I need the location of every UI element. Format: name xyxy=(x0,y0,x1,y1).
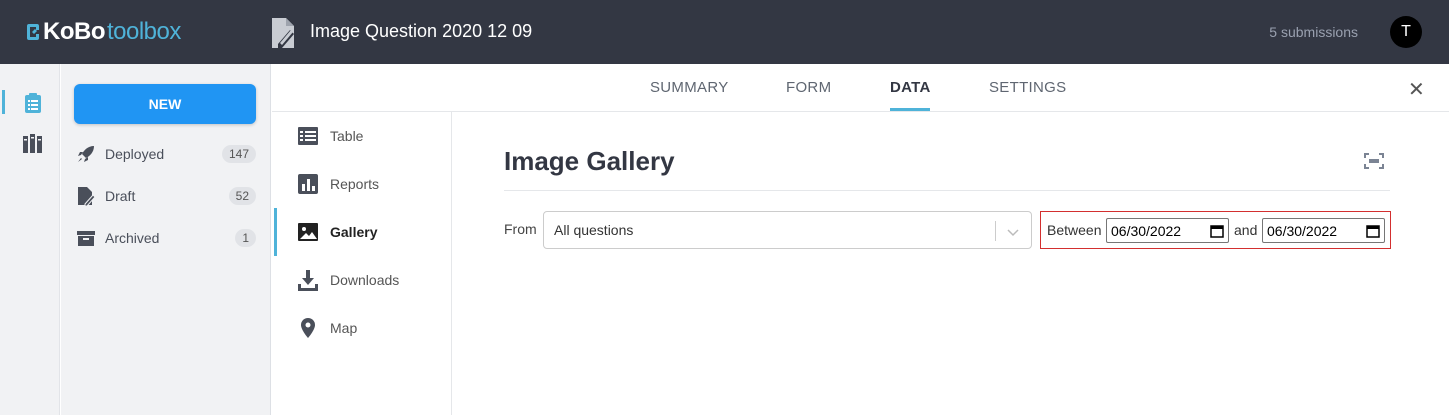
select-separator xyxy=(995,221,996,241)
rocket-icon xyxy=(78,146,94,162)
close-icon[interactable]: ✕ xyxy=(1408,77,1425,102)
active-tab-indicator xyxy=(890,108,930,111)
draft-icon xyxy=(78,187,96,206)
kobo-logo-icon xyxy=(27,24,39,40)
sidebar-item-deployed[interactable]: Deployed 147 xyxy=(76,140,256,168)
rail-active-indicator xyxy=(2,90,5,114)
question-select[interactable]: All questions xyxy=(543,211,1032,249)
tab-form[interactable]: FORM xyxy=(786,79,831,96)
date-range-filter: Between 06/30/2022 and 06/30/2022 xyxy=(1040,211,1391,249)
subnav-item-downloads[interactable]: Downloads xyxy=(272,256,452,304)
archive-icon xyxy=(77,231,95,246)
data-subnav: Table Reports Gallery Downloads Map xyxy=(272,112,452,415)
form-deployed-icon xyxy=(272,18,294,48)
calendar-icon[interactable] xyxy=(1366,224,1380,238)
start-date-input[interactable]: 06/30/2022 xyxy=(1106,218,1229,243)
from-label: From xyxy=(504,221,537,237)
count-badge: 147 xyxy=(221,145,256,163)
sidebar-item-label: Archived xyxy=(105,230,160,246)
sidebar-item-label: Draft xyxy=(105,188,136,204)
sidebar-item-draft[interactable]: Draft 52 xyxy=(76,182,256,210)
user-avatar[interactable]: T xyxy=(1390,16,1422,48)
projects-clipboard-icon[interactable] xyxy=(22,92,44,114)
top-header: KoBo toolbox Image Question 2020 12 09 5… xyxy=(0,0,1449,64)
count-badge: 52 xyxy=(228,187,256,205)
submission-count: 5 submissions xyxy=(1269,24,1358,40)
start-date-value: 06/30/2022 xyxy=(1111,222,1182,239)
and-label: and xyxy=(1234,222,1258,238)
page-title: Image Gallery xyxy=(504,146,675,176)
library-books-icon[interactable] xyxy=(22,132,44,154)
new-project-button[interactable]: NEW xyxy=(74,84,256,124)
tab-summary[interactable]: SUMMARY xyxy=(650,79,729,96)
kobo-logo[interactable]: KoBo toolbox xyxy=(26,18,181,45)
subnav-item-label: Downloads xyxy=(330,272,400,288)
form-title: Image Question 2020 12 09 xyxy=(310,21,533,41)
subnav-item-label: Map xyxy=(330,320,358,336)
map-pin-icon xyxy=(301,318,315,338)
calendar-icon[interactable] xyxy=(1210,224,1224,238)
gallery-icon xyxy=(298,223,318,241)
subnav-item-label: Table xyxy=(330,128,364,144)
fullscreen-icon[interactable] xyxy=(1363,152,1385,170)
app-icon-rail xyxy=(0,64,60,415)
sidebar-item-label: Deployed xyxy=(105,146,165,162)
count-badge: 1 xyxy=(235,229,256,247)
logo-kobo-text: KoBo xyxy=(43,18,105,45)
subnav-item-map[interactable]: Map xyxy=(272,304,452,352)
tab-settings[interactable]: SETTINGS xyxy=(989,79,1066,96)
end-date-value: 06/30/2022 xyxy=(1267,222,1338,239)
tab-data[interactable]: DATA xyxy=(890,79,931,96)
subnav-item-label: Reports xyxy=(330,176,380,192)
download-icon xyxy=(298,270,318,291)
between-label: Between xyxy=(1047,222,1102,238)
sidebar-item-archived[interactable]: Archived 1 xyxy=(76,224,256,252)
project-sidebar: NEW Deployed 147 Draft 52 Archived 1 xyxy=(61,64,271,415)
subnav-item-label: Gallery xyxy=(330,224,378,240)
form-tabs: SUMMARY FORM DATA SETTINGS ✕ xyxy=(272,64,1449,112)
subnav-item-reports[interactable]: Reports xyxy=(272,160,452,208)
subnav-item-gallery[interactable]: Gallery xyxy=(272,208,452,256)
chevron-down-icon[interactable] xyxy=(1005,224,1021,240)
logo-toolbox-text: toolbox xyxy=(106,18,181,45)
subnav-item-table[interactable]: Table xyxy=(272,112,452,160)
title-divider xyxy=(504,190,1390,191)
end-date-input[interactable]: 06/30/2022 xyxy=(1262,218,1385,243)
table-icon xyxy=(298,127,318,145)
question-select-value: All questions xyxy=(554,222,634,238)
reports-icon xyxy=(298,174,318,194)
